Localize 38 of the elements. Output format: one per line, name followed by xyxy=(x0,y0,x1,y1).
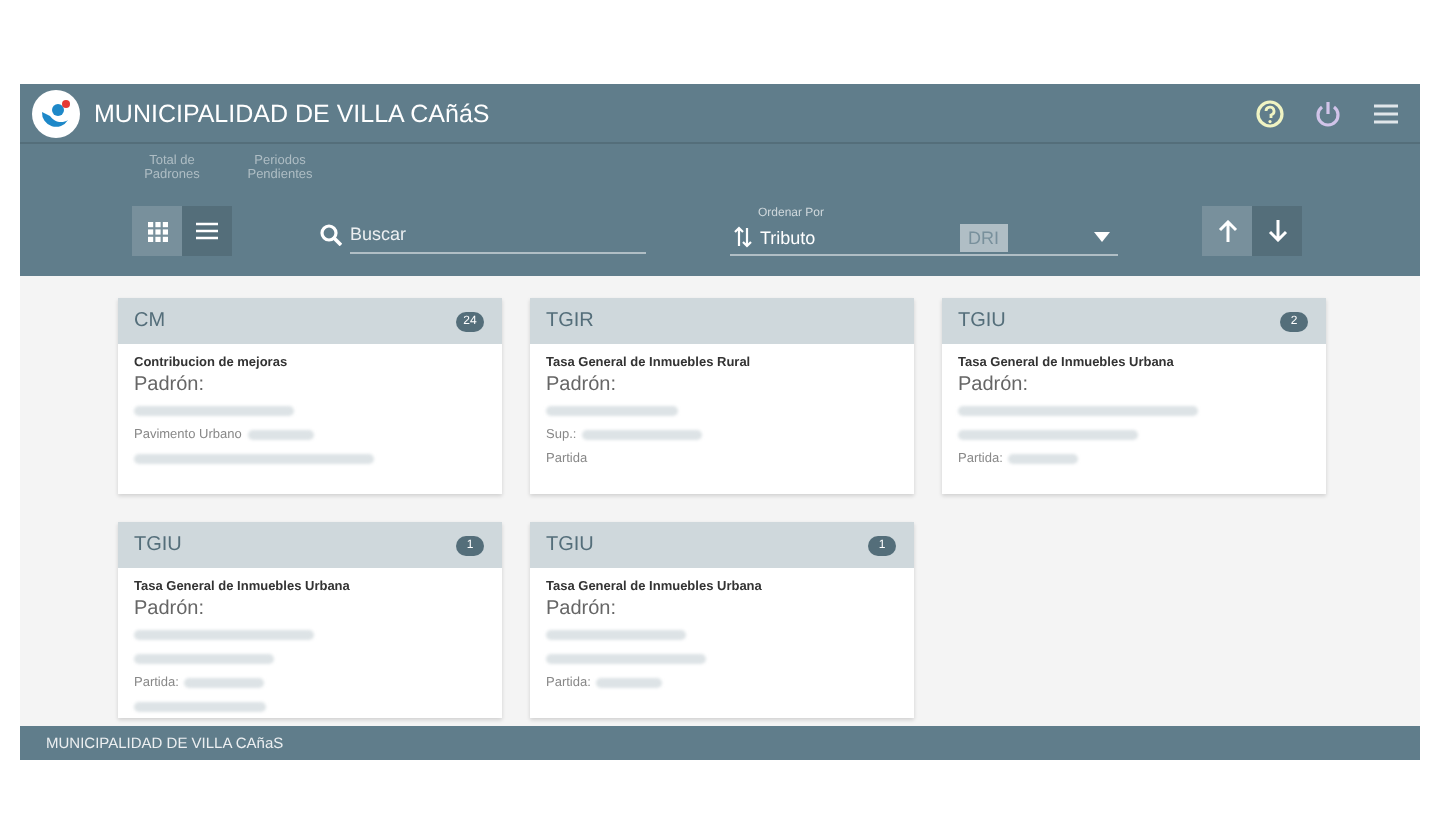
chip: DRI xyxy=(960,223,1007,252)
tax-code: TGIU xyxy=(958,310,1006,332)
redacted-text xyxy=(247,429,314,439)
redacted-text xyxy=(184,677,265,687)
menu-icon[interactable] xyxy=(1372,101,1400,125)
redacted-text xyxy=(582,429,703,439)
padron-label: Padrón: xyxy=(134,598,207,620)
list-view-button[interactable] xyxy=(182,206,232,257)
redacted-text xyxy=(134,701,266,711)
tax-code: TGIR xyxy=(546,310,594,332)
padron-label: Padrón: xyxy=(958,374,1031,396)
caret-icon xyxy=(1094,232,1110,243)
arrow-up-icon xyxy=(1217,220,1237,243)
select-value: Tributo xyxy=(760,227,818,248)
redacted-text xyxy=(596,677,663,687)
tax-code: TGIU xyxy=(546,534,594,556)
help-icon[interactable] xyxy=(1256,99,1284,127)
sort-ascending-button[interactable] xyxy=(1202,206,1252,257)
padron-label: Padrón: xyxy=(546,598,619,620)
grid-view-button[interactable] xyxy=(132,206,182,257)
sort-descending-button[interactable] xyxy=(1252,206,1302,257)
search-field[interactable]: Buscar xyxy=(350,214,646,255)
search-icon xyxy=(320,223,342,246)
tax-code: CM xyxy=(134,310,166,332)
redacted-text xyxy=(1008,453,1079,463)
redacted-text xyxy=(546,405,678,415)
padron-label: Padrón: xyxy=(134,374,207,396)
power-icon[interactable] xyxy=(1314,99,1342,127)
app-title: MUNICIPALIDAD DE VILLA CAñáS xyxy=(94,99,490,127)
grid-icon xyxy=(147,221,167,242)
redacted-text xyxy=(546,629,686,639)
redacted-text xyxy=(134,653,274,663)
arrow-down-icon xyxy=(1267,220,1287,243)
sort-icon xyxy=(734,226,752,249)
logo-icon xyxy=(32,89,80,137)
list-icon xyxy=(196,222,218,241)
padron-label: Padrón: xyxy=(546,374,619,396)
tax-code: TGIU xyxy=(134,534,182,556)
